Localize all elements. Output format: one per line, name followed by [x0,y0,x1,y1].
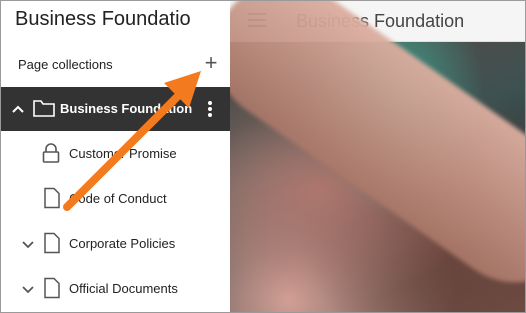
page-icon [44,277,60,299]
hero-image [230,1,525,312]
sidebar-item-label: Official Documents [69,281,178,296]
main-content: Business Foundation [230,1,525,312]
sidebar-item-label: Business Foundation [60,101,193,116]
sidebar-item-customer-promise[interactable]: Customer Promise [1,132,230,176]
page-icon [44,187,60,209]
folder-icon [33,100,55,117]
lock-icon [42,143,60,163]
chevron-up-icon[interactable] [10,101,26,117]
page-icon [44,232,60,254]
chevron-down-icon[interactable] [20,236,36,252]
sidebar-item-business-foundation[interactable]: Business Foundation [1,87,230,131]
sidebar-item-corporate-policies[interactable]: Corporate Policies [1,222,230,266]
sidebar-item-official-documents[interactable]: Official Documents [1,267,230,311]
site-title: Business Foundatio [15,8,191,30]
sidebar: Business Foundatio Page collections + Bu… [1,1,231,312]
page-collections-label: Page collections [18,57,113,72]
add-collection-button[interactable]: + [201,51,221,75]
chevron-down-icon[interactable] [20,281,36,297]
more-options-icon[interactable] [205,99,215,119]
app-window: Business Foundatio Page collections + Bu… [0,0,526,313]
sidebar-item-label: Corporate Policies [69,236,176,251]
sidebar-item-code-of-conduct[interactable]: Code of Conduct [1,177,230,221]
sidebar-item-label: Customer Promise [69,146,177,161]
sidebar-item-label: Code of Conduct [69,191,167,206]
